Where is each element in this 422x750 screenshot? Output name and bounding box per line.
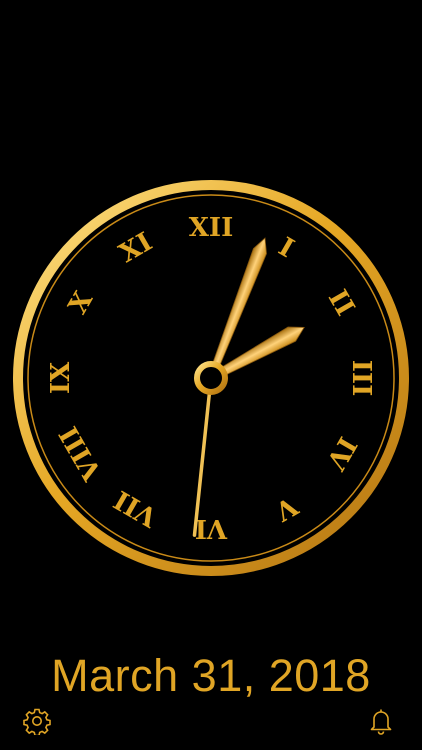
- date-label: March 31, 2018: [51, 650, 371, 701]
- numeral-IX: IX: [46, 361, 76, 394]
- numeral-III: III: [346, 360, 376, 397]
- numeral-XII: XII: [189, 213, 234, 243]
- gear-icon: [23, 708, 51, 735]
- analog-clock: XIIIIIIIIIVVVIVIIVIIIIXXXI: [13, 180, 409, 576]
- alarm-button[interactable]: [366, 706, 396, 736]
- settings-button[interactable]: [22, 706, 52, 736]
- numeral-VI: VI: [195, 513, 228, 543]
- center-hub: [194, 361, 228, 395]
- bell-icon: [370, 709, 392, 735]
